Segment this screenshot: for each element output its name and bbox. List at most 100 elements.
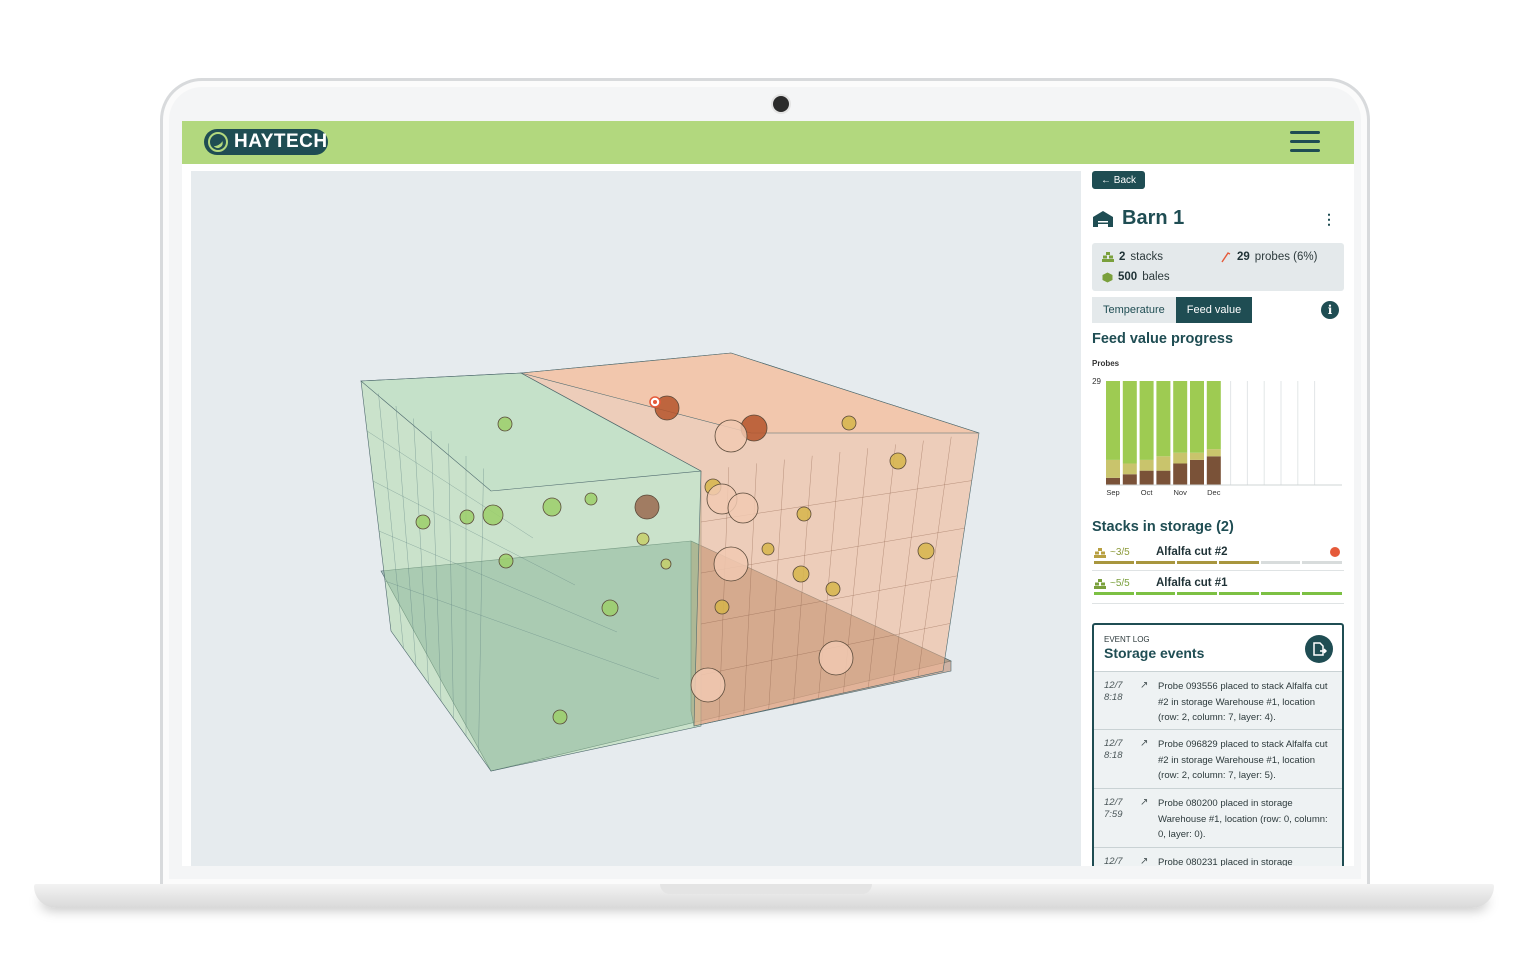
stat-bales: 500 bales [1102, 271, 1170, 283]
progress-segment [1135, 592, 1176, 595]
event-item[interactable]: 12/7 7:59 ↗ Probe 080200 placed in storage … [1094, 788, 1342, 847]
probe-marker [690, 667, 726, 703]
tab-feed-value[interactable]: Feed value [1175, 297, 1253, 323]
event-text: Probe 093556 placed to stack Alfalfa cut… [1158, 681, 1328, 723]
chart-ymax-label: 29 [1092, 377, 1101, 386]
stack-quality: ~5/5 [1094, 578, 1130, 589]
top-bar: HAYTECH [182, 121, 1354, 164]
logo-mark-icon [208, 132, 228, 152]
probe-marker [415, 514, 431, 530]
probe-alert-dot [653, 400, 657, 404]
probe-marker [917, 542, 935, 560]
stacks-icon [1094, 547, 1106, 558]
probe-marker [889, 452, 907, 470]
probe-icon: ↗ [1140, 797, 1149, 808]
stacks-icon [1102, 252, 1114, 262]
barn-3d-viewport[interactable] [191, 171, 1081, 866]
laptop-notch [660, 884, 872, 894]
probe-marker [459, 509, 475, 525]
probes-count: 29 [1237, 251, 1250, 263]
info-icon[interactable]: i [1321, 301, 1339, 319]
barn-3d-scene [360, 352, 980, 772]
export-icon[interactable] [1305, 635, 1333, 663]
chart-bar-segment [1190, 381, 1204, 453]
chart-bar-segment [1206, 449, 1221, 457]
event-timestamp: 12/7 7:59 [1104, 797, 1123, 820]
bale-icon [1102, 272, 1113, 282]
probe-marker [714, 599, 730, 615]
chart-bar-segment [1106, 459, 1120, 478]
stack-quality-value: ~3/5 [1110, 547, 1130, 558]
probe-marker [636, 532, 650, 546]
probe-icon [1221, 252, 1231, 263]
tab-temperature[interactable]: Temperature [1092, 297, 1176, 323]
event-item[interactable]: 12/7 8:18 ↗ Probe 096829 placed to stack Al… [1094, 729, 1342, 788]
stack-quality-value: ~5/5 [1110, 578, 1130, 589]
progress-segment [1094, 561, 1134, 564]
probe-marker [634, 494, 660, 520]
chart-bar-segment [1139, 381, 1154, 460]
progress-segment [1219, 561, 1259, 564]
chart-x-tick-label: Nov [1174, 488, 1188, 497]
stack-name: Alfalfa cut #1 [1156, 577, 1228, 589]
stack-progress-bar [1094, 561, 1343, 564]
event-item[interactable]: 12/7 8:18 ↗ Probe 093556 placed to stack Al… [1094, 671, 1342, 729]
event-text: Probe 080200 placed in storage Warehouse… [1158, 798, 1328, 840]
event-item[interactable]: 12/7 ↗ Probe 080231 placed in storage [1094, 847, 1342, 866]
event-text: Probe 096829 placed to stack Alfalfa cut… [1158, 739, 1328, 781]
probe-marker [660, 558, 672, 570]
chart-bar-segment [1206, 381, 1221, 450]
event-text: Probe 080231 placed in storage [1158, 857, 1293, 866]
event-log-title: Storage events [1104, 645, 1205, 661]
probe-marker [498, 553, 514, 569]
chart-bar-segment [1122, 474, 1137, 485]
chart-y-label: Probes [1092, 359, 1120, 368]
chart-bar-segment [1173, 452, 1188, 464]
logo-text: HAYTECH [234, 131, 328, 152]
webcam [773, 96, 789, 112]
progress-segment [1302, 561, 1343, 564]
probe-marker [542, 497, 562, 517]
progress-segment [1094, 592, 1134, 595]
bales-label: bales [1142, 271, 1170, 283]
barn-name: Barn 1 [1122, 207, 1185, 229]
haytech-logo[interactable]: HAYTECH [204, 129, 328, 155]
progress-segment [1302, 592, 1343, 595]
probe-marker [601, 599, 619, 617]
probe-marker [841, 415, 857, 431]
stack-name: Alfalfa cut #2 [1156, 546, 1228, 558]
event-timestamp: 12/7 8:18 [1104, 680, 1123, 703]
progress-segment [1260, 592, 1301, 595]
divider [1092, 570, 1344, 571]
progress-segment [1219, 592, 1259, 595]
chart-bar-segment [1139, 470, 1154, 485]
stack-row-alfalfa-cut-1[interactable]: ~5/5 Alfalfa cut #1 [1094, 577, 1343, 604]
alert-icon [1330, 547, 1340, 557]
kebab-menu-icon[interactable]: ⋮ [1322, 211, 1336, 228]
probes-label: probes (6%) [1254, 251, 1318, 263]
event-log-kicker: EVENT LOG [1104, 635, 1150, 644]
chart-bar-segment [1173, 463, 1188, 485]
probe-marker [714, 419, 748, 453]
chart-bar-segment [1156, 470, 1171, 485]
probe-marker [792, 565, 810, 583]
hamburger-menu-icon[interactable] [1290, 131, 1320, 153]
probe-icon: ↗ [1140, 680, 1149, 691]
progress-segment [1260, 561, 1301, 564]
back-button[interactable]: ← Back [1092, 171, 1146, 189]
stacks-title: Stacks in storage (2) [1092, 519, 1234, 535]
chart-x-tick-label: Dec [1207, 488, 1221, 497]
stat-stacks: 2 stacks [1102, 251, 1163, 263]
event-log: EVENT LOG Storage events 12/7 8:18 ↗ Probe … [1092, 623, 1344, 866]
chart-bar-segment [1173, 381, 1188, 453]
export-glyph [1313, 642, 1327, 656]
divider [1092, 603, 1344, 604]
stacks-icon [1094, 578, 1106, 589]
stat-probes: 29 probes (6%) [1220, 251, 1317, 263]
chart-bar-segment [1156, 456, 1171, 471]
stacks-count: 2 [1119, 251, 1126, 263]
bales-count: 500 [1118, 271, 1138, 283]
probe-marker [713, 546, 749, 582]
chart-x-tick-label: Sep [1106, 488, 1119, 497]
progress-segment [1177, 561, 1218, 564]
